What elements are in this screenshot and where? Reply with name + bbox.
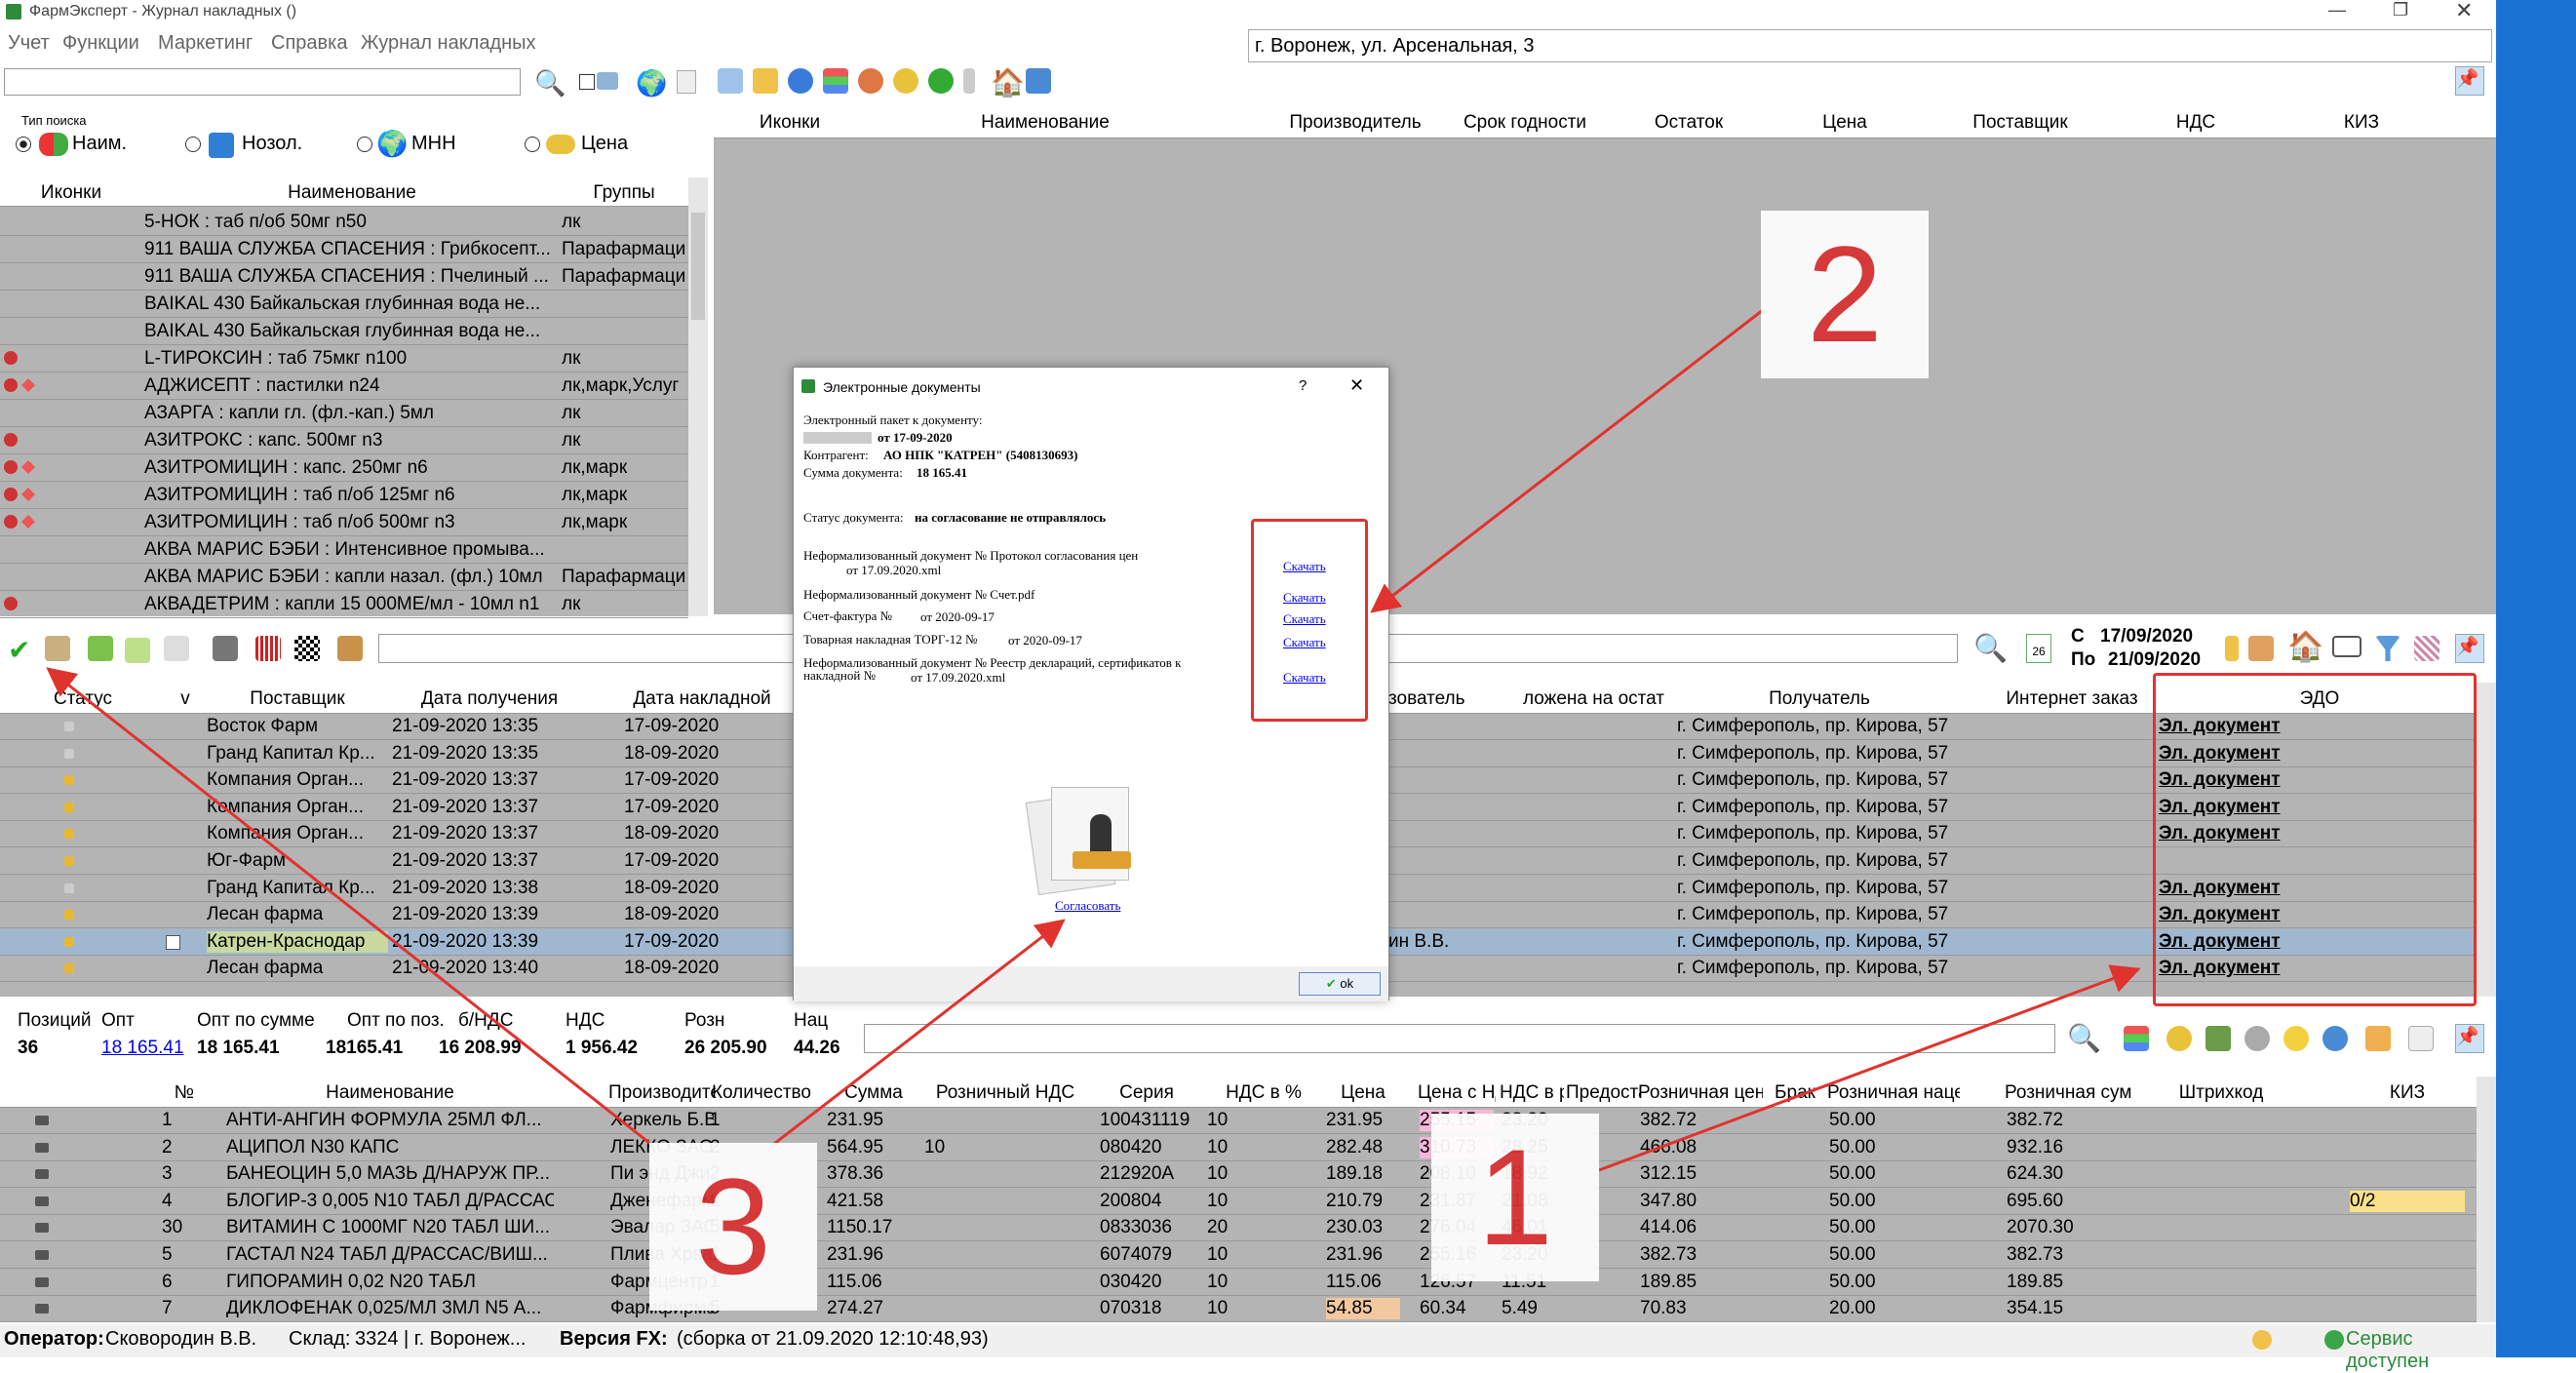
annotation-box-edo — [2153, 673, 2477, 1006]
annotation-arrows — [46, 308, 2141, 1172]
annotation-box-download — [1251, 519, 1368, 722]
annotation-2: 2 — [1761, 211, 1929, 378]
annotation-3: 3 — [649, 1143, 817, 1311]
desktop-edge — [2496, 0, 2576, 1357]
annotation-1: 1 — [1431, 1114, 1599, 1281]
